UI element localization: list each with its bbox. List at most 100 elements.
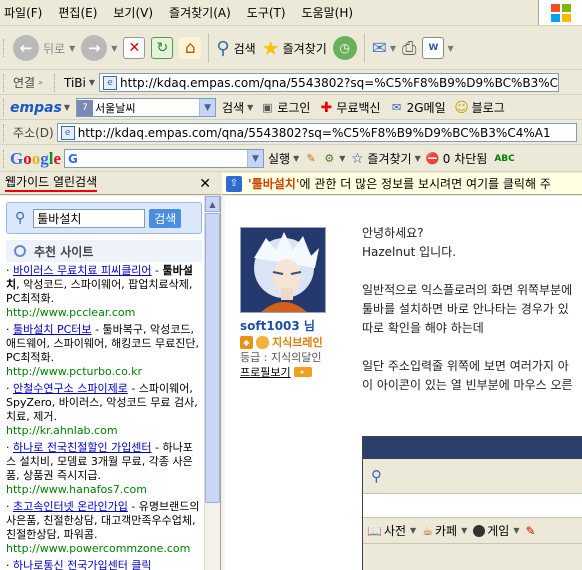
windows-logo	[538, 0, 582, 25]
google-search-field[interactable]: G ▼	[64, 149, 265, 168]
tibi-url-field[interactable]: e http://kdaq.empas.com/qna/5543802?sq=%…	[99, 73, 560, 92]
list-item: · 툴바설치 PC터보 - 툴바복구, 악성코드, 애드웨어, 스파이웨어, 해…	[6, 323, 200, 378]
profile-link[interactable]: 프로필보기	[240, 364, 291, 380]
bookmark-icon[interactable]: ✎	[303, 151, 319, 167]
result-link[interactable]: 하나로통신 전국가입센터 클릭	[13, 559, 152, 570]
result-link[interactable]: 바이러스 무료치료 피씨클리어	[13, 264, 152, 277]
google-favorites-button[interactable]: 즐겨찾기	[367, 150, 411, 167]
menu-file[interactable]: 파일(F)	[0, 4, 50, 21]
recommend-title: 추천 사이트	[34, 244, 94, 259]
result-url[interactable]: http://www.pcclear.com	[6, 306, 135, 319]
answer-line: Hazelnut 입니다.	[362, 245, 457, 259]
login-button[interactable]: 로그인	[277, 99, 310, 116]
popup-blocked-count[interactable]: 0 차단됨	[443, 150, 488, 167]
embedded-item: 카페	[434, 524, 458, 538]
home-button[interactable]: ⌂	[179, 37, 202, 59]
level-icon: ◆	[240, 335, 253, 349]
popup-blocker-icon: ⛔	[425, 152, 440, 165]
refresh-button[interactable]: ↻	[151, 37, 174, 59]
answer-line: 따로 확인을 해야 하는데	[362, 321, 484, 335]
result-url[interactable]: http://www.pcturbo.co.kr	[6, 365, 142, 378]
empas-search-field[interactable]: 7 서울날씨 ▼	[76, 98, 217, 117]
toolbar-grip	[54, 73, 57, 92]
stop-button[interactable]: ✕	[123, 37, 146, 59]
empas-search-button[interactable]: 검색	[222, 99, 244, 116]
info-bar[interactable]: ⇧ ' 툴바설치 ' 에 관한 더 많은 정보를 보시려면 여기를 클릭해 주	[222, 173, 582, 195]
toolbar-separator	[363, 33, 365, 63]
tibi-label[interactable]: TiBi	[64, 76, 86, 90]
result-url[interactable]: http://kr.ahnlab.com	[6, 424, 118, 437]
list-item: · 바이러스 무료치료 피씨클리어 - 툴바설치, 악성코드, 스파이웨어, 팝…	[6, 264, 193, 319]
edit-button[interactable]: W ▼	[422, 37, 454, 59]
username[interactable]: soft1003 님	[240, 317, 315, 334]
profile-row: 프로필보기 ▸	[240, 364, 312, 380]
menu-edit[interactable]: 편집(E)	[50, 4, 105, 21]
menu-view[interactable]: 보기(V)	[105, 4, 161, 21]
address-input[interactable]: e http://kdaq.empas.com/qna/5543802?sq=%…	[56, 123, 577, 142]
result-link[interactable]: 하나로 전국친절할인 가입센터	[13, 441, 152, 454]
circle-icon	[14, 245, 26, 257]
history-icon: ◷	[332, 36, 357, 60]
chevron-down-icon: ▼	[410, 526, 417, 535]
settings-icon[interactable]: ⚙	[321, 151, 337, 167]
result-url[interactable]: http://www.powercommzone.com	[6, 542, 190, 555]
avatar[interactable]	[240, 227, 326, 313]
mail-icon: ✉	[371, 37, 387, 59]
vaccine-button[interactable]: 무료백신	[336, 99, 380, 116]
spellcheck-icon[interactable]: ABC	[494, 154, 514, 164]
menu-help[interactable]: 도움말(H)	[294, 4, 362, 21]
back-button[interactable]: ← 뒤로 ▼	[13, 35, 75, 61]
result-url[interactable]: http://www.hanafos7.com	[6, 483, 147, 496]
menu-favorites[interactable]: 즐겨찾기(A)	[161, 4, 239, 21]
chevron-down-icon: ▼	[199, 99, 216, 116]
scroll-thumb[interactable]	[205, 213, 220, 503]
google-run-button[interactable]: 실행	[268, 150, 290, 167]
toolbar-grip	[3, 149, 6, 168]
forward-arrow-icon: →	[81, 35, 108, 61]
embedded-item: 사전	[383, 524, 407, 538]
info-text: 에 관한 더 많은 정보를 보시려면 여기를 클릭해 주	[299, 177, 551, 191]
close-icon[interactable]: ✕	[199, 176, 211, 192]
chevron-down-icon: ▼	[447, 43, 454, 53]
menu-tools[interactable]: 도구(T)	[239, 4, 294, 21]
list-item: · 하나로통신 전국가입센터 클릭	[6, 559, 152, 570]
home-icon: ⌂	[179, 37, 202, 59]
result-link[interactable]: 안철수연구소 스파이제로	[13, 382, 128, 395]
printer-icon: ⎙	[402, 37, 417, 59]
favorites-button[interactable]: ★ 즐겨찾기	[262, 36, 327, 60]
result-link[interactable]: 툴바설치 PC터보	[13, 323, 92, 336]
user-grade: 등급 : 지식의달인	[240, 351, 322, 364]
blog-button[interactable]: 블로그	[472, 99, 505, 116]
embedded-links-row: 📖 사전 ▼ ☕ 카페 ▼ 게임 ▼ ✎	[363, 518, 582, 544]
google-g-icon: G	[68, 151, 78, 166]
star-icon: ☆	[351, 150, 364, 167]
forward-button[interactable]: → ▼	[81, 35, 117, 61]
result-list: · 바이러스 무료치료 피씨클리어 - 툴바설치, 악성코드, 스파이웨어, 팝…	[6, 264, 200, 570]
sidebar-scrollbar[interactable]: ▲	[204, 196, 220, 570]
toolbar-separator	[208, 33, 210, 63]
links-bar: 연결 » TiBi ▼ e http://kdaq.empas.com/qna/…	[0, 71, 582, 95]
chevron-down-icon: ▼	[247, 150, 264, 167]
history-button[interactable]: ◷	[332, 36, 357, 60]
search-button[interactable]: ⚲ 검색	[216, 38, 255, 59]
mail-icon: ✉	[391, 101, 402, 114]
embedded-screenshot: ⚲ 📖 사전 ▼ ☕ 카페 ▼ 게임 ▼ ✎	[362, 436, 582, 570]
mail-button[interactable]: ✉ ▼	[372, 38, 396, 59]
go-icon: ▸	[293, 367, 312, 377]
sidebar-search-input[interactable]: 툴바설치	[33, 208, 146, 228]
result-link[interactable]: 초고속인터넷 온라인가입	[13, 500, 128, 513]
answer-line: 일단 주소입력줄 위쪽에 보면 여러가지 아	[362, 359, 569, 373]
sidebar-search-button[interactable]: 검색	[149, 208, 182, 228]
empas-logo[interactable]: empas	[10, 100, 62, 116]
tibi-url-text: http://kdaq.empas.com/qna/5543802?sq=%C5…	[120, 75, 560, 90]
refresh-icon: ↻	[151, 37, 174, 59]
info-arrow-icon: ⇧	[226, 175, 242, 192]
menu-bar: 파일(F) 편집(E) 보기(V) 즐겨찾기(A) 도구(T) 도움말(H)	[0, 0, 582, 26]
google-logo[interactable]: Google	[10, 149, 61, 169]
tag-icon: ✎	[525, 523, 536, 538]
mail-button[interactable]: 2G메일	[407, 99, 446, 116]
toolbar-grip	[3, 39, 6, 57]
scroll-up-icon[interactable]: ▲	[205, 196, 220, 212]
print-button[interactable]: ⎙	[402, 38, 416, 59]
list-item: · 안철수연구소 스파이제로 - 스파이웨어, SpyZero, 바이러스, 악…	[6, 382, 198, 437]
